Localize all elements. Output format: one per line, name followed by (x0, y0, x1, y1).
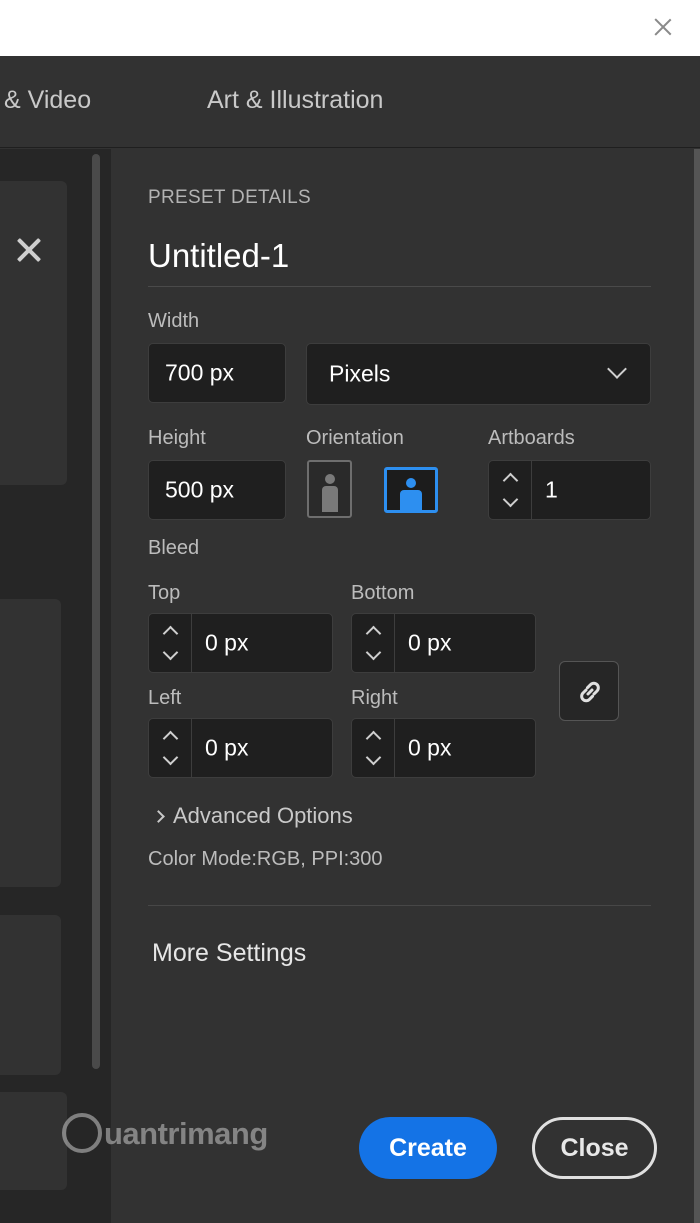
portrait-icon (318, 474, 342, 512)
chevron-down-icon[interactable] (365, 644, 382, 661)
more-settings-link[interactable]: More Settings (152, 939, 306, 968)
chevron-down-icon[interactable] (365, 749, 382, 766)
artboards-stepper[interactable]: 1 (488, 460, 651, 520)
bleed-bottom-stepper[interactable]: 0 px (351, 613, 536, 673)
width-label: Width (148, 310, 200, 332)
preset-details-panel: PRESET DETAILS Untitled-1 Width 700 px P… (111, 149, 694, 1223)
preset-card[interactable] (0, 181, 67, 485)
bleed-top-label: Top (148, 582, 181, 604)
landscape-icon (398, 478, 424, 512)
title-bar (0, 0, 700, 56)
preset-card[interactable] (0, 1092, 67, 1190)
chevron-up-icon[interactable] (365, 625, 382, 642)
bleed-right-stepper[interactable]: 0 px (351, 718, 536, 778)
advanced-options-label: Advanced Options (173, 803, 353, 828)
bleed-right-label: Right (351, 687, 398, 709)
chevron-up-icon[interactable] (365, 730, 382, 747)
create-button[interactable]: Create (359, 1117, 497, 1179)
link-bleed-button[interactable] (559, 661, 619, 721)
close-icon[interactable] (650, 14, 676, 40)
preset-card[interactable] (0, 599, 61, 887)
chevron-up-icon[interactable] (162, 730, 179, 747)
artboards-label: Artboards (488, 427, 575, 449)
color-mode-info: Color Mode:RGB, PPI:300 (148, 848, 383, 870)
orientation-label: Orientation (306, 427, 404, 449)
section-title: PRESET DETAILS (148, 187, 311, 208)
watermark-text: uantrimang (104, 1116, 268, 1152)
watermark-icon (62, 1113, 102, 1153)
scrollbar[interactable] (92, 154, 100, 1069)
advanced-options-toggle[interactable]: Advanced Options (152, 803, 353, 829)
chevron-down-icon[interactable] (162, 749, 179, 766)
portrait-orientation-button[interactable] (307, 460, 352, 518)
bleed-left-stepper[interactable]: 0 px (148, 718, 333, 778)
category-tabs: & Video Art & Illustration (0, 56, 700, 148)
document-name[interactable]: Untitled-1 (148, 237, 289, 275)
units-select[interactable]: Pixels (306, 343, 651, 405)
tab-art-illustration[interactable]: Art & Illustration (207, 86, 383, 115)
width-field[interactable]: 700 px (148, 343, 286, 403)
chevron-down-icon[interactable] (502, 491, 519, 508)
bleed-label: Bleed (148, 537, 200, 559)
preset-card[interactable] (0, 915, 61, 1075)
tab-film-video[interactable]: & Video (4, 86, 91, 115)
bleed-bottom-label: Bottom (351, 582, 415, 604)
chevron-up-icon[interactable] (502, 472, 519, 489)
chevron-down-icon[interactable] (162, 644, 179, 661)
link-icon (580, 681, 600, 703)
height-field[interactable]: 500 px (148, 460, 286, 520)
close-button[interactable]: Close (532, 1117, 657, 1179)
presets-list (0, 149, 111, 1223)
chevron-right-icon (152, 810, 165, 823)
height-label: Height (148, 427, 206, 449)
divider (148, 905, 651, 906)
bleed-left-label: Left (148, 687, 182, 709)
bleed-top-stepper[interactable]: 0 px (148, 613, 333, 673)
window-edge (694, 149, 700, 1223)
chevron-up-icon[interactable] (162, 625, 179, 642)
landscape-orientation-button[interactable] (384, 467, 438, 513)
divider (148, 286, 651, 287)
watermark-logo: uantrimang (62, 1113, 268, 1164)
chevron-down-icon (607, 359, 627, 379)
close-icon[interactable] (14, 235, 44, 265)
